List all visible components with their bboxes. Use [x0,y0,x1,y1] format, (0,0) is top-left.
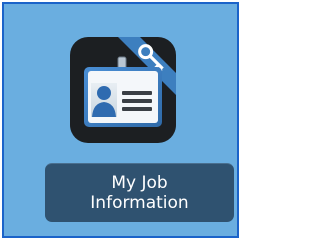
app-label-line-2: Information [90,193,189,213]
app-label-line-1: My Job [111,173,168,193]
id-badge-with-key-icon [70,37,176,143]
my-job-information-app-icon[interactable] [70,37,176,143]
app-frame: My Job Information [2,2,239,238]
my-job-information-label-button[interactable]: My Job Information [45,163,234,222]
app-tile-my-job-information: My Job Information [4,4,237,236]
